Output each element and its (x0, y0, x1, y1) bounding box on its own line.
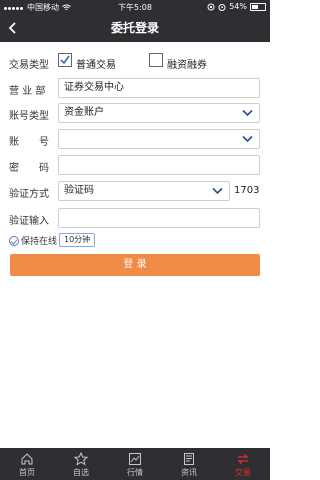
account-label: 账 号 (9, 137, 49, 148)
trade-icon (237, 454, 249, 464)
chart-icon (129, 453, 141, 465)
trade-type-label: 交易类型 (9, 60, 49, 71)
verify-method-label: 验证方式 (9, 189, 49, 200)
account-select[interactable] (58, 129, 260, 149)
keep-online-duration[interactable]: 10分钟 (59, 233, 96, 247)
nav-bar: 委托登录 (0, 14, 270, 42)
page-title: 委托登录 (110, 21, 159, 35)
chevron-down-icon (242, 135, 253, 143)
status-bar: 中国移动 下午5:08 54% (0, 0, 270, 14)
login-button[interactable]: 登 录 (10, 254, 260, 276)
keep-online-toggle[interactable]: 保持在线 (9, 234, 57, 247)
account-type-select[interactable]: 资金账户 (58, 103, 260, 123)
password-field[interactable] (58, 155, 260, 175)
normal-trade-label: 普通交易 (76, 60, 116, 71)
chevron-down-icon (242, 109, 253, 117)
password-label: 密 码 (9, 163, 49, 174)
keep-online-label: 保持在线 (21, 237, 58, 247)
checkmark-circle-icon (9, 235, 19, 246)
verify-method-select[interactable]: 验证码 (58, 181, 230, 201)
tab-bar: 首页 自选 行情 资讯 交易 (0, 448, 270, 480)
margin-trade-checkbox[interactable] (149, 53, 163, 67)
tab-label: 行情 (127, 468, 143, 477)
tab-watchlist[interactable]: 自选 (54, 448, 108, 480)
lock-rotation-icon (207, 3, 215, 10)
branch-label: 营 业 部 (9, 86, 46, 97)
chevron-down-icon (212, 187, 223, 195)
margin-trade-label: 融资融券 (167, 60, 207, 71)
battery-icon (250, 2, 266, 11)
tab-label: 资讯 (181, 468, 197, 477)
account-type-value: 资金账户 (64, 107, 104, 118)
verify-input-label: 验证输入 (9, 216, 49, 227)
home-icon (21, 453, 33, 465)
tab-home[interactable]: 首页 (0, 448, 54, 480)
battery-percent: 54% (229, 2, 247, 11)
account-type-label: 账号类型 (9, 111, 49, 122)
tab-news[interactable]: 资讯 (162, 448, 216, 480)
verify-input-field[interactable] (58, 208, 260, 228)
verify-method-value: 验证码 (64, 185, 94, 196)
tab-label: 首页 (19, 468, 35, 477)
back-icon[interactable] (6, 21, 20, 35)
tab-market[interactable]: 行情 (108, 448, 162, 480)
normal-trade-checkbox[interactable] (58, 53, 72, 67)
check-icon (60, 55, 70, 65)
tab-label: 自选 (73, 468, 89, 477)
branch-field[interactable]: 证券交易中心 (58, 78, 260, 98)
news-icon (184, 453, 194, 465)
verify-code-image[interactable]: 1703 (234, 185, 259, 196)
alarm-icon (218, 3, 226, 11)
star-icon (74, 452, 88, 466)
tab-label: 交易 (235, 468, 251, 477)
tab-trade[interactable]: 交易 (216, 448, 270, 480)
